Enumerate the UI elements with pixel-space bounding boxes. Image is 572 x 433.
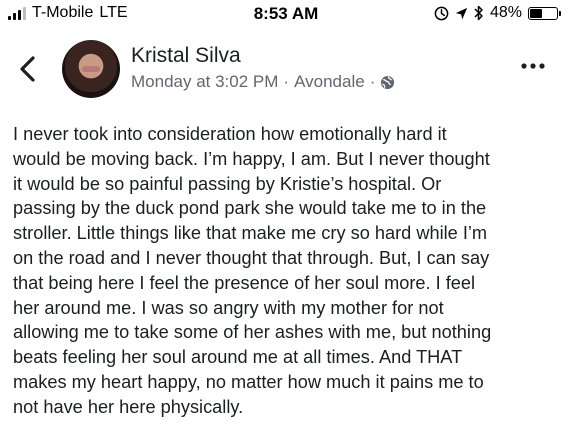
post-header: Kristal Silva Monday at 3:02 PM · Avonda…: [0, 30, 572, 110]
post-text-line: I never took into consideration how emot…: [13, 124, 447, 144]
post-timestamp[interactable]: Monday at 3:02 PM: [131, 72, 278, 92]
battery-icon: [528, 6, 561, 20]
post-text-line: stroller. Little things like that make m…: [13, 223, 488, 244]
post-text-line: allowing me to take some of her ashes wi…: [13, 322, 492, 343]
bluetooth-icon: [474, 5, 483, 21]
author-name[interactable]: Kristal Silva: [131, 44, 241, 68]
meta-separator: ·: [283, 72, 290, 91]
status-right: 48%: [434, 4, 561, 22]
post-text-line: beats feeling her soul around me at all …: [13, 347, 463, 368]
avatar[interactable]: [62, 40, 120, 98]
post-text-line: makes my heart happy, no matter how much…: [13, 371, 484, 392]
globe-icon: [381, 75, 395, 89]
post-text-line: passing by the duck pond park she would …: [13, 198, 487, 219]
post-text-line: that being here I feel the presence of h…: [13, 272, 476, 293]
status-bar: T-Mobile LTE 8:53 AM 48%: [0, 0, 572, 26]
more-options-icon[interactable]: [520, 62, 546, 70]
post-text-line: her around me. I was so angry with my mo…: [13, 297, 444, 318]
post-text-line: it would be so painful passing by Kristi…: [13, 173, 442, 194]
meta-separator-2: ·: [369, 72, 376, 91]
battery-fill: [530, 8, 542, 18]
battery-percent: 48%: [489, 4, 522, 21]
post-meta: Monday at 3:02 PM · Avondale ·: [131, 72, 395, 92]
location-arrow-icon: [455, 7, 468, 19]
post-body: I never took into consideration how emot…: [13, 122, 561, 420]
post-text-line: on the road and I never thought that thr…: [13, 247, 490, 268]
post-location[interactable]: Avondale: [294, 72, 365, 92]
back-chevron-icon[interactable]: [16, 54, 40, 84]
alarm-icon: [434, 6, 449, 20]
post-text-line: not have her here physically.: [13, 396, 244, 417]
post-text-line: would be moving back. I’m happy, I am. B…: [13, 148, 490, 169]
